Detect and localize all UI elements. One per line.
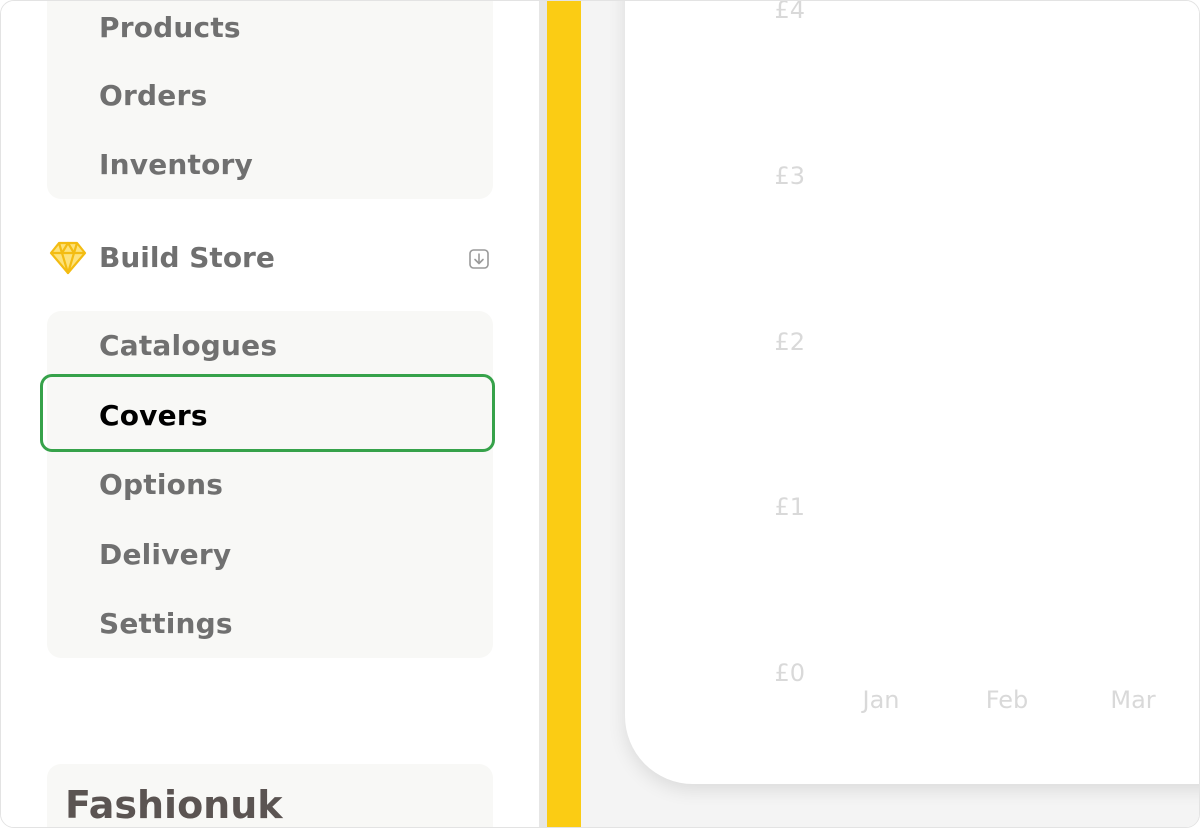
sidebar-item-products[interactable]: Products [99,11,241,44]
sidebar-item-catalogues[interactable]: Catalogues [99,329,277,362]
x-axis-tick-label: Jan [862,686,900,714]
x-axis-tick-label: Mar [1110,686,1156,714]
orders-menu-group: Products Orders Inventory [47,1,493,199]
sidebar: Products Orders Inventory Build Store Ca… [1,1,539,827]
sidebar-item-options[interactable]: Options [99,468,223,501]
sidebar-item-settings[interactable]: Settings [99,607,233,640]
sidebar-divider [539,1,547,827]
build-store-section-header[interactable]: Build Store [47,237,493,281]
x-axis-tick-label: Feb [985,686,1029,714]
sidebar-item-orders[interactable]: Orders [99,79,207,112]
y-axis-tick-label: £2 [774,327,805,356]
build-store-label: Build Store [99,241,275,274]
collapse-arrow-icon[interactable] [469,249,489,269]
y-axis-tick-label: £3 [774,161,805,190]
sidebar-item-delivery[interactable]: Delivery [99,538,231,571]
accent-bar [547,1,581,827]
y-axis-tick-label: £0 [774,659,805,687]
app-window: Products Orders Inventory Build Store Ca… [0,0,1200,828]
y-axis-tick-label: £4 [774,0,805,24]
main-content: £4 £3 £2 £1 £0 Jan Feb Mar [581,0,1199,827]
sidebar-item-inventory[interactable]: Inventory [99,148,253,181]
diamond-icon [49,241,87,275]
store-name: Fashionuk [65,783,283,827]
covers-selection-highlight [40,374,495,452]
build-store-menu-group: Catalogues Covers Options Delivery Setti… [47,311,493,658]
chart-card: £4 £3 £2 £1 £0 Jan Feb Mar [625,0,1199,784]
y-axis-tick-label: £1 [774,493,805,522]
